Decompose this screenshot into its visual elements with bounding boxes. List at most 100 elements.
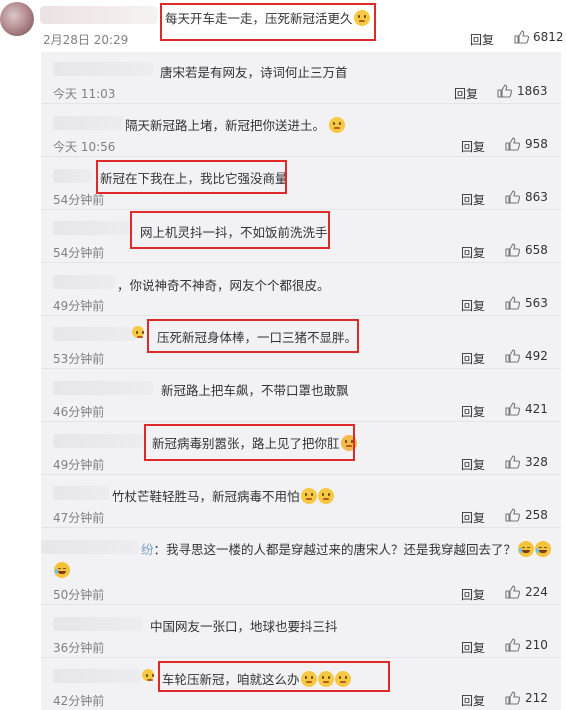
reply-row: 唐宋若是有网友，诗词何止三万首 今天 11:03 回复 1863	[41, 52, 561, 104]
separator: ，	[117, 278, 130, 293]
blurred-username[interactable]	[53, 486, 109, 500]
reply-button[interactable]: 回复	[461, 138, 485, 155]
like-button[interactable]: 258	[505, 508, 548, 522]
reply-button[interactable]: 回复	[461, 456, 485, 473]
reply-button[interactable]: 回复	[461, 586, 485, 603]
reply-time: 54分钟前	[53, 193, 105, 207]
like-count: 421	[525, 402, 548, 416]
reply-time: 49分钟前	[53, 458, 105, 472]
blurred-username[interactable]	[53, 434, 145, 448]
like-button[interactable]: 328	[505, 455, 548, 469]
reply-row: 纷：我寻思这一楼的人都是穿越过来的唐宋人？还是我穿越回去了？ 50分钟前 回复 …	[41, 528, 561, 605]
like-button[interactable]: 863	[505, 190, 548, 204]
like-count: 492	[525, 349, 548, 363]
reply-text: ，你说神奇不神奇，网友个个都很皮。	[117, 278, 330, 293]
reply-text: 中国网友一张口，地球也要抖三抖	[150, 619, 338, 634]
blurred-username[interactable]	[53, 617, 143, 631]
like-button[interactable]: 210	[505, 638, 548, 652]
reply-text: 隔天新冠路上堵，新冠把你送进土。	[125, 115, 346, 134]
reply-row: 中国网友一张口，地球也要抖三抖 36分钟前 回复 210	[41, 605, 561, 658]
thumbs-up-icon	[505, 349, 520, 363]
like-button[interactable]: 658	[505, 243, 548, 257]
reply-button[interactable]: 回复	[461, 244, 485, 261]
like-count: 212	[525, 691, 548, 705]
reply-time: 53分钟前	[53, 352, 105, 366]
reply-time: 46分钟前	[53, 405, 105, 419]
reply-time: 49分钟前	[53, 299, 105, 313]
like-button[interactable]: 958	[505, 137, 548, 151]
reply-button[interactable]: 回复	[461, 639, 485, 656]
like-count: 863	[525, 190, 548, 204]
reply-time: 47分钟前	[53, 511, 105, 525]
like-button[interactable]: 492	[505, 349, 548, 363]
main-comment: 每天开车走一走，压死新冠活更久 2月28日 20:29 回复 6812	[0, 0, 566, 52]
like-count: 563	[525, 296, 548, 310]
reply-button[interactable]: 回复	[461, 350, 485, 367]
blurred-username[interactable]	[53, 116, 123, 130]
like-button[interactable]: 6812	[514, 30, 564, 44]
reply-time: 50分钟前	[53, 588, 105, 602]
blurred-username[interactable]	[53, 275, 115, 289]
reply-text: 压死新冠身体棒，一口三猪不显胖。	[157, 330, 358, 345]
blurred-username[interactable]	[53, 221, 133, 235]
reply-button[interactable]: 回复	[461, 692, 485, 709]
like-button[interactable]: 224	[505, 585, 548, 599]
reply-text: 网上机灵抖一抖，不如饭前洗洗手	[140, 225, 328, 240]
reply-text: 新冠病毒别嚣张，路上见了把你肛	[152, 433, 357, 452]
reply-text: 新冠路上把车飙，不带口罩也敢飘	[161, 383, 349, 398]
reply-row: 新冠病毒别嚣张，路上见了把你肛 49分钟前 回复 328	[41, 422, 561, 475]
blurred-username[interactable]	[53, 381, 153, 395]
blurred-username[interactable]	[53, 62, 153, 76]
reply-row: ，你说神奇不神奇，网友个个都很皮。 49分钟前 回复 563	[41, 263, 561, 316]
reply-button[interactable]: 回复	[454, 85, 478, 102]
cry-emoji-icon	[535, 541, 552, 557]
reply-row: 车轮压新冠，咱就这么办 42分钟前 回复 212	[41, 658, 561, 710]
smile-emoji-icon	[317, 488, 334, 504]
like-count: 328	[525, 455, 548, 469]
thumbs-up-icon	[505, 508, 520, 522]
emoji-icon	[142, 669, 154, 681]
thumbs-up-icon	[505, 243, 520, 257]
smile-emoji-icon	[353, 10, 370, 26]
thumbs-up-icon	[505, 691, 520, 705]
like-button[interactable]: 1863	[497, 84, 548, 98]
thumbs-up-icon	[505, 402, 520, 416]
smile-emoji-icon	[300, 671, 317, 687]
like-count: 258	[525, 508, 548, 522]
reply-thread: 唐宋若是有网友，诗词何止三万首 今天 11:03 回复 1863 隔天新冠路上堵…	[41, 52, 561, 710]
like-count: 658	[525, 243, 548, 257]
blurred-username[interactable]	[41, 540, 139, 554]
reply-time: 36分钟前	[53, 641, 105, 655]
reply-time: 今天 11:03	[53, 87, 116, 101]
blush-emoji-icon	[340, 435, 357, 451]
avatar[interactable]	[0, 2, 34, 36]
reply-row: 竹杖芒鞋轻胜马，新冠病毒不用怕 47分钟前 回复 258	[41, 475, 561, 528]
reply-button[interactable]: 回复	[461, 191, 485, 208]
reply-button[interactable]: 回复	[461, 403, 485, 420]
like-count: 958	[525, 137, 548, 151]
thumbs-up-icon	[505, 585, 520, 599]
like-count: 224	[525, 585, 548, 599]
blurred-username[interactable]	[53, 169, 93, 183]
like-button[interactable]: 563	[505, 296, 548, 310]
reply-row: 新冠路上把车飙，不带口罩也敢飘 46分钟前 回复 421	[41, 369, 561, 422]
smile-emoji-icon	[300, 488, 317, 504]
reply-button[interactable]: 回复	[461, 297, 485, 314]
cry-emoji-icon	[518, 541, 535, 557]
blurred-username[interactable]	[53, 327, 137, 341]
reply-row: 新冠在下我在上，我比它强没商量 54分钟前 回复 863	[41, 157, 561, 210]
reply-button[interactable]: 回复	[470, 31, 494, 48]
thumbs-up-icon	[497, 84, 512, 98]
blurred-username[interactable]	[53, 669, 141, 683]
smile-emoji-icon	[329, 117, 346, 133]
smile-emoji-icon	[317, 671, 334, 687]
thumbs-up-icon	[505, 296, 520, 310]
reply-button[interactable]: 回复	[461, 509, 485, 526]
blurred-username[interactable]	[40, 6, 158, 24]
thumbs-up-icon	[505, 455, 520, 469]
thumbs-up-icon	[514, 30, 529, 44]
like-button[interactable]: 421	[505, 402, 548, 416]
reply-text: 竹杖芒鞋轻胜马，新冠病毒不用怕	[112, 486, 334, 505]
like-button[interactable]: 212	[505, 691, 548, 705]
like-count: 6812	[533, 30, 564, 44]
